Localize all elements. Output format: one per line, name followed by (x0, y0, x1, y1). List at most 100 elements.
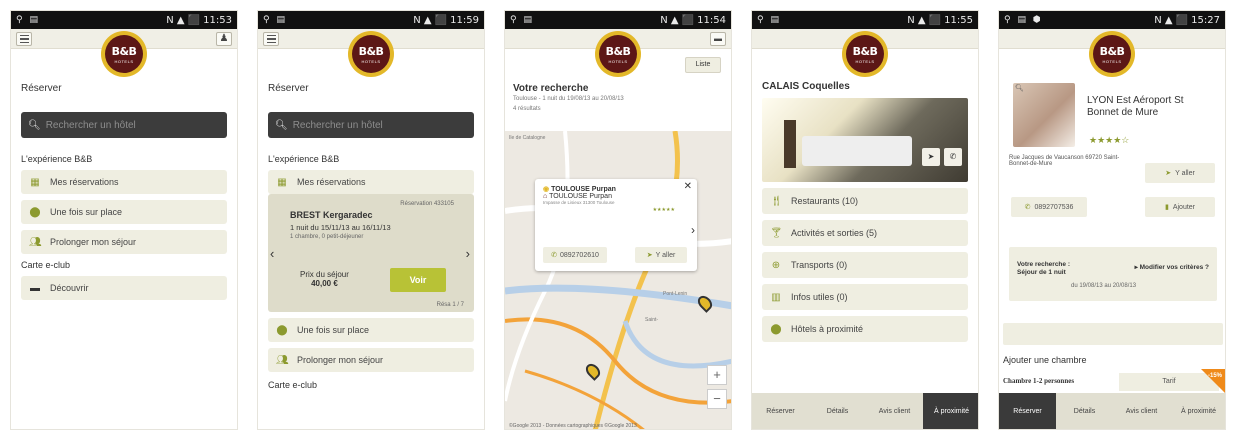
map-roads (505, 131, 731, 429)
menu-item-label: Une fois sur place (297, 325, 370, 335)
menu-item-restaurants[interactable]: 🍴︎ Restaurants (10) (762, 188, 968, 214)
bb-hotels-logo: B&B HOTELS (348, 31, 394, 77)
page-title: Votre recherche (513, 83, 589, 94)
menu-item-extend-stay[interactable]: 👥︎ Prolonger mon séjour (268, 348, 474, 372)
hamburger-menu-icon[interactable] (16, 32, 32, 46)
next-arrow-icon[interactable]: › (691, 223, 695, 237)
user-icon[interactable]: ♟ (216, 32, 232, 46)
search-recap: Votre recherche : Séjour de 1 nuit ▸ Mod… (1009, 247, 1217, 301)
popup-title-text: TOULOUSE Purpan (551, 186, 616, 193)
results-count: 4 résultats (513, 106, 541, 112)
price-block: Prix du séjour 40,00 € (300, 270, 349, 288)
screenshot-strip: ⚲ ▤ N ▲ ⬛ 11:53 B&B HOTELS ♟ Réserver 🔍︎ Re… (0, 0, 1242, 438)
notification-icons: ⚲ ▤ (757, 15, 781, 25)
notification-icons: ⚲ ▤ (263, 15, 287, 25)
app-bar: B&B HOTELS (258, 29, 484, 77)
zoom-in-button[interactable]: + (707, 365, 727, 385)
map-view[interactable]: Ile de Catalogne Pont-Lenin Saint- ✕ ◉ T… (505, 131, 731, 429)
signal-icon: N ▲ ⬛ (1154, 14, 1189, 26)
search-input[interactable]: 🔍︎ Rechercher un hôtel (268, 112, 474, 138)
menu-item-transports[interactable]: ⊕ Transports (0) (762, 252, 968, 278)
hotel-name: CALAIS Coquelles (762, 81, 850, 92)
reservation-pager: Résa 1 / 7 (436, 302, 464, 308)
search-input[interactable]: 🔍︎ Rechercher un hôtel (21, 112, 227, 138)
prev-arrow-icon[interactable]: ‹ (270, 246, 274, 261)
tab-reserver[interactable]: Réserver (752, 393, 809, 429)
app-bar: B&B HOTELS (999, 29, 1225, 77)
map-label: Ile de Catalogne (509, 135, 546, 141)
call-button[interactable]: ✆ 0892702610 (543, 247, 607, 263)
add-room-heading: Ajouter une chambre (1003, 355, 1087, 365)
phone-screen-map-search: ⚲ ▤ N ▲ ⬛ 11:54 B&B HOTELS ▬ Votre recherc… (504, 10, 732, 430)
location-pin-icon: ⬤ (276, 324, 288, 336)
voir-button[interactable]: Voir (390, 268, 446, 292)
list-button[interactable]: Liste (685, 57, 721, 73)
cutlery-icon: 🍴︎ (770, 195, 783, 207)
location-pin-icon: ⬤ (29, 206, 41, 218)
zoom-out-button[interactable]: − (707, 389, 727, 409)
map-icon: ▥ (771, 291, 781, 303)
reservation-card: Réservation 433105 BREST Kergaradec 1 nu… (268, 194, 474, 312)
menu-item-activities[interactable]: 🍸︎ Activités et sorties (5) (762, 220, 968, 246)
notification-icons: ⚲ ▤ ⬢ (1004, 15, 1043, 25)
logo-sub: HOTELS (114, 58, 134, 64)
house-icon: ⌂ (543, 193, 548, 200)
signal-icon: N ▲ ⬛ (166, 14, 201, 26)
navigation-arrow-icon: ➤ (646, 252, 653, 259)
people-icon: 👥︎ (29, 236, 42, 248)
hamburger-menu-icon[interactable] (263, 32, 279, 46)
reservation-dates: 1 nuit du 15/11/13 au 16/11/13 (290, 223, 391, 232)
location-pin-icon: ⬤ (770, 323, 782, 335)
status-bar: ⚲ ▤ N ▲ ⬛ 11:59 (258, 11, 484, 29)
people-icon: 👥︎ (276, 354, 289, 366)
signal-icon: N ▲ ⬛ (413, 14, 448, 26)
status-time: 11:59 (450, 14, 479, 26)
tab-nearby[interactable]: À proximité (1170, 393, 1225, 429)
menu-item-reservations[interactable]: ▦ Mes réservations (268, 170, 474, 194)
menu-item-discover[interactable]: ▬ Découvrir (21, 276, 227, 300)
modify-criteria-link[interactable]: ▸ Modifier vos critères ? (1135, 263, 1209, 271)
tab-details[interactable]: Détails (809, 393, 866, 429)
status-bar: ⚲ ▤ N ▲ ⬛ 11:53 (11, 11, 237, 29)
hotel-thumbnail[interactable]: 🔍︎ (1013, 83, 1075, 147)
card-icon[interactable]: ▬ (710, 32, 726, 46)
tab-details[interactable]: Détails (1056, 393, 1113, 429)
menu-item-useful-info[interactable]: ▥ Infos utiles (0) (762, 284, 968, 310)
tab-reviews[interactable]: Avis client (1113, 393, 1170, 429)
logo-text: B&B (358, 44, 384, 58)
popup-stars: ★★★★★ (652, 207, 675, 213)
tab-reviews[interactable]: Avis client (866, 393, 923, 429)
phone-icon: ✆ (1024, 204, 1031, 211)
navigation-arrow-icon[interactable]: ➤ (922, 148, 940, 166)
pin-icon: ◉ (543, 186, 550, 193)
price-value: 40,00 € (311, 279, 338, 288)
menu-item-label: Prolonger mon séjour (297, 355, 384, 365)
search-icon: 🔍︎ (28, 119, 41, 131)
directions-button[interactable]: ➤ Y aller (635, 247, 687, 263)
menu-item-extend-stay[interactable]: 👥︎ Prolonger mon séjour (21, 230, 227, 254)
menu-item-on-site[interactable]: ⬤ Une fois sur place (268, 318, 474, 342)
menu-item-on-site[interactable]: ⬤ Une fois sur place (21, 200, 227, 224)
next-arrow-icon[interactable]: › (466, 246, 470, 261)
popup-subtitle: ⌂ TOULOUSE Purpan (543, 193, 689, 200)
tab-reserver[interactable]: Réserver (999, 393, 1056, 429)
empty-field[interactable] (1003, 323, 1223, 345)
phone-icon[interactable]: ✆ (944, 148, 962, 166)
close-icon[interactable]: ✕ (684, 181, 692, 192)
photo-bed (802, 136, 912, 166)
tab-nearby[interactable]: À proximité (923, 393, 978, 429)
menu-item-label: Mes réservations (297, 177, 366, 187)
menu-item-nearby-hotels[interactable]: ⬤ Hôtels à proximité (762, 316, 968, 342)
calendar-icon: ▦ (30, 176, 40, 188)
zoom-icon: 🔍︎ (1015, 85, 1024, 92)
popup-subtitle-text: TOULOUSE Purpan (549, 193, 612, 200)
call-button[interactable]: ✆ 0892707536 (1011, 197, 1087, 217)
menu-item-reservations[interactable]: ▦ Mes réservations (21, 170, 227, 194)
phone-icon: ✆ (551, 252, 557, 259)
add-contact-button[interactable]: ▮ Ajouter (1145, 197, 1215, 217)
phone-screen-reservation-detail: ⚲ ▤ N ▲ ⬛ 11:59 B&B HOTELS Réserver 🔍︎ Rech… (257, 10, 485, 430)
navigation-arrow-icon: ➤ (1165, 170, 1172, 177)
recap-stay: Séjour de 1 nuit (1017, 269, 1066, 276)
menu-item-label: Découvrir (50, 283, 89, 293)
directions-button[interactable]: ➤ Y aller (1145, 163, 1215, 183)
